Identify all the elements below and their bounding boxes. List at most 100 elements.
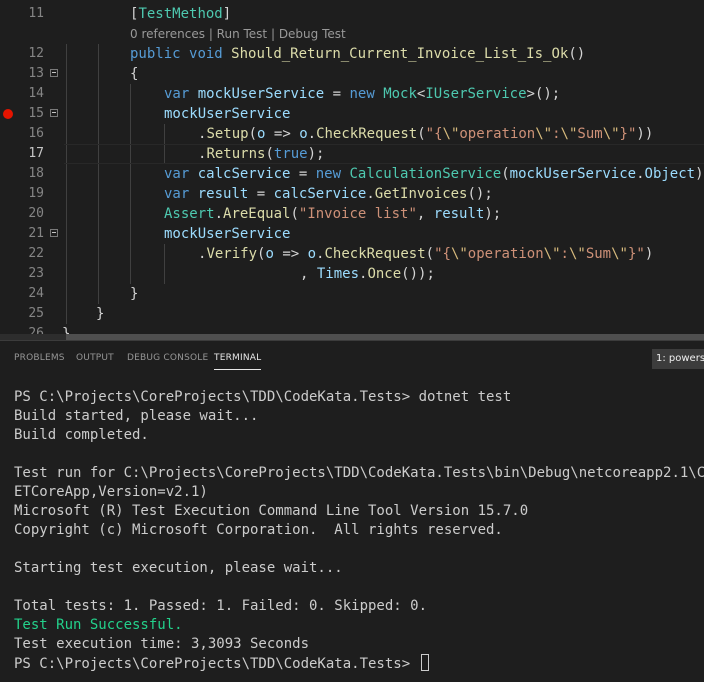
line-number: 24 xyxy=(28,286,44,301)
code-text: mockUserService xyxy=(164,106,291,122)
code-line[interactable]: 20 Assert.AreEqual("Invoice list", result… xyxy=(0,204,704,224)
indent-guide xyxy=(98,124,99,144)
code-line[interactable]: 13 { xyxy=(0,64,704,84)
indent-guide xyxy=(66,264,67,284)
line-number: 15 xyxy=(28,106,44,121)
fold-toggle-icon[interactable] xyxy=(50,109,58,117)
indent-guide xyxy=(98,184,99,204)
code-text: .Returns(true); xyxy=(198,146,325,162)
indent-guide xyxy=(130,104,131,124)
code-line[interactable]: 24} xyxy=(0,284,704,304)
indent-guide xyxy=(66,284,67,304)
code-line[interactable]: 25} xyxy=(0,304,704,324)
tab-debug-console[interactable]: DEBUG CONSOLE xyxy=(127,353,208,363)
code-text: [TestMethod] xyxy=(130,6,232,22)
code-line[interactable]: 16 .Setup(o => o.CheckRequest("{\"operati… xyxy=(0,124,704,144)
fold-toggle-icon[interactable] xyxy=(50,69,58,77)
indent-guide xyxy=(66,44,67,64)
codelens: 0 references | Run Test | Debug Test xyxy=(130,24,346,44)
code-editor[interactable]: 11 [TestMethod] 12 public void Should_Retur… xyxy=(0,0,704,340)
indent-guide xyxy=(98,244,99,264)
indent-guide xyxy=(66,244,67,264)
indent-guide xyxy=(130,184,131,204)
line-number: 16 xyxy=(28,126,44,141)
indent-guide xyxy=(66,64,67,84)
line-number: 14 xyxy=(28,86,44,101)
indent-guide xyxy=(130,244,131,264)
indent-guide xyxy=(130,224,131,244)
code-line[interactable]: 21 mockUserService xyxy=(0,224,704,244)
code-text: Assert.AreEqual("Invoice list", result); xyxy=(164,206,502,222)
debug-test-link[interactable]: Debug Test xyxy=(279,27,346,41)
code-line[interactable]: 15 mockUserService xyxy=(0,104,704,124)
terminal-line: PS C:\Projects\CoreProjects\TDD\CodeKata… xyxy=(14,389,512,405)
code-text: var result = calcService.GetInvoices(); xyxy=(164,186,493,202)
code-line[interactable]: 17 .Returns(true); xyxy=(0,144,704,164)
code-line[interactable]: 14 var mockUserService = new Mock<IUserSe… xyxy=(0,84,704,104)
terminal-line: ETCoreApp,Version=v2.1) xyxy=(14,484,208,500)
line-number: 12 xyxy=(28,46,44,61)
code-text: } xyxy=(130,286,139,302)
line-number: 22 xyxy=(28,246,44,261)
code-text: } xyxy=(96,306,105,322)
terminal-output[interactable]: PS C:\Projects\CoreProjects\TDD\CodeKata… xyxy=(0,376,704,682)
terminal-prompt: PS C:\Projects\CoreProjects\TDD\CodeKata… xyxy=(14,654,429,673)
terminal-line: Test execution time: 3,3093 Seconds xyxy=(14,636,310,652)
terminal-line: Copyright (c) Microsoft Corporation. All… xyxy=(14,522,503,538)
indent-guide xyxy=(66,304,67,324)
line-number: 19 xyxy=(28,186,44,201)
indent-guide xyxy=(130,84,131,104)
code-line[interactable]: 22 .Verify(o => o.CheckRequest("{\"operat… xyxy=(0,244,704,264)
line-number: 25 xyxy=(28,306,44,321)
terminal-line: Total tests: 1. Passed: 1. Failed: 0. Sk… xyxy=(14,598,428,614)
code-text: mockUserService xyxy=(164,226,291,242)
indent-guide xyxy=(98,84,99,104)
code-text: .Verify(o => o.CheckRequest("{\"operatio… xyxy=(198,246,654,262)
indent-guide xyxy=(130,204,131,224)
indent-guide xyxy=(98,224,99,244)
code-line[interactable]: 18 var calcService = new CalculationServi… xyxy=(0,164,704,184)
indent-guide xyxy=(66,144,67,164)
indent-guide xyxy=(66,184,67,204)
tab-problems[interactable]: PROBLEMS xyxy=(14,353,65,363)
line-number: 18 xyxy=(28,166,44,181)
fold-toggle-icon[interactable] xyxy=(50,229,58,237)
codelens-references[interactable]: 0 references xyxy=(130,27,205,41)
indent-guide xyxy=(98,104,99,124)
tab-output[interactable]: OUTPUT xyxy=(76,353,114,363)
indent-guide xyxy=(66,224,67,244)
indent-guide xyxy=(164,124,165,144)
terminal-success-line: Test Run Successful. xyxy=(14,617,183,633)
tab-terminal[interactable]: TERMINAL xyxy=(214,353,262,370)
codelens-separator: | xyxy=(267,27,279,41)
code-text: , Times.Once()); xyxy=(300,266,435,282)
indent-guide xyxy=(98,164,99,184)
code-text: .Setup(o => o.CheckRequest("{\"operation… xyxy=(198,126,654,142)
line-number: 21 xyxy=(28,226,44,241)
indent-guide xyxy=(98,264,99,284)
indent-guide xyxy=(98,144,99,164)
indent-guide xyxy=(164,244,165,264)
indent-guide xyxy=(130,124,131,144)
run-test-link[interactable]: Run Test xyxy=(217,27,267,41)
code-text: var mockUserService = new Mock<IUserServ… xyxy=(164,86,561,102)
code-text: public void Should_Return_Current_Invoic… xyxy=(130,46,586,62)
terminal-cursor xyxy=(420,654,429,671)
code-line[interactable]: 12 public void Should_Return_Current_Invo… xyxy=(0,44,704,64)
line-number: 17 xyxy=(28,146,44,161)
code-line[interactable]: 23 , Times.Once()); xyxy=(0,264,704,284)
indent-guide xyxy=(98,44,99,64)
indent-guide xyxy=(66,84,67,104)
terminal-line: Starting test execution, please wait... xyxy=(14,560,343,576)
breakpoint-icon[interactable] xyxy=(3,109,13,119)
indent-guide xyxy=(98,284,99,304)
line-number: 20 xyxy=(28,206,44,221)
code-line[interactable]: 19 var result = calcService.GetInvoices()… xyxy=(0,184,704,204)
terminal-line: Test run for C:\Projects\CoreProjects\TD… xyxy=(14,465,704,481)
code-line[interactable]: 11 [TestMethod] xyxy=(0,4,704,24)
indent-guide xyxy=(164,144,165,164)
line-number: 11 xyxy=(28,6,44,21)
indent-guide xyxy=(164,264,165,284)
terminal-selector[interactable]: 1: powershell xyxy=(652,349,704,369)
indent-guide xyxy=(98,204,99,224)
